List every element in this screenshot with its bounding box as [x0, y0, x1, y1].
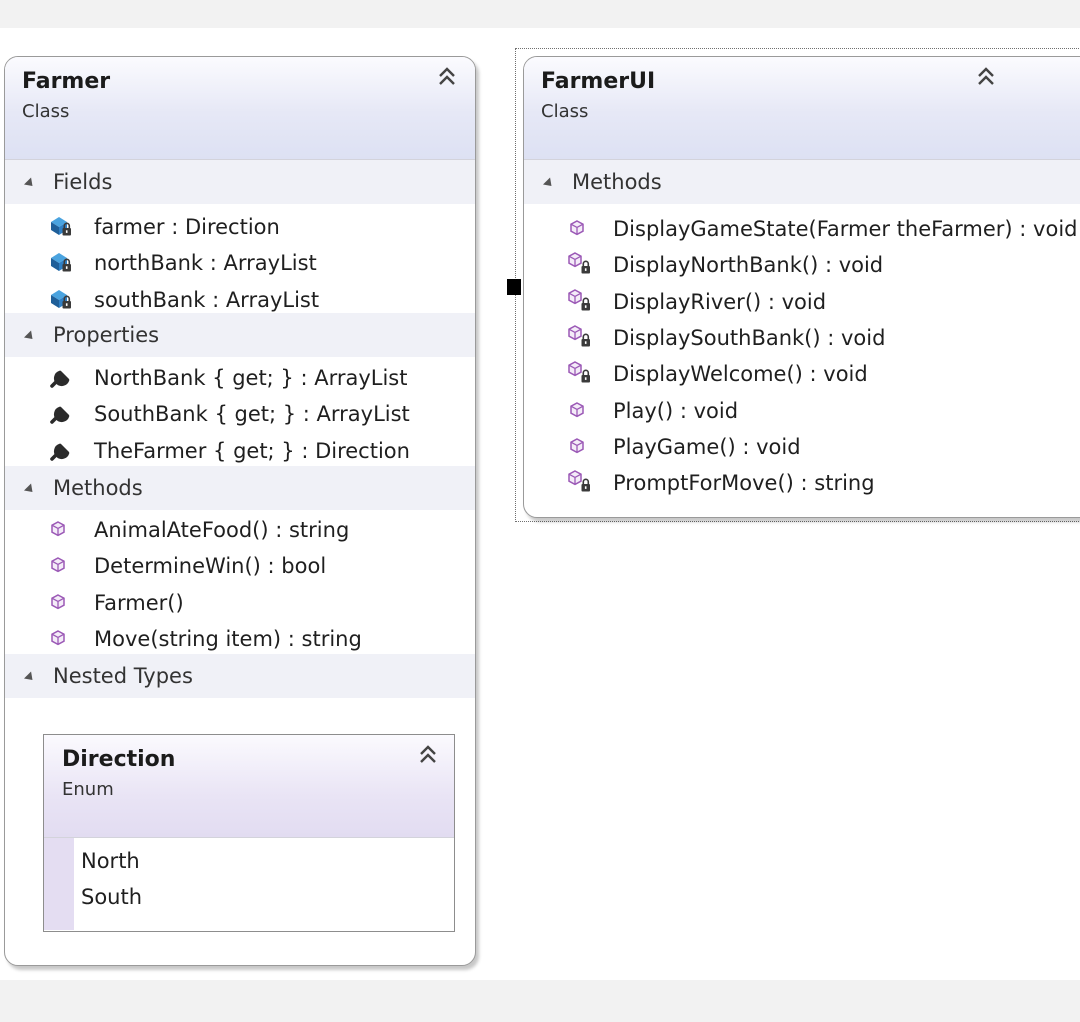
private-field-icon: [47, 249, 77, 277]
wrench-property-icon: [47, 437, 77, 465]
member-signature: TheFarmer { get; } : Direction: [94, 438, 410, 463]
farmer-nested-types-section-header[interactable]: Nested Types: [5, 654, 475, 698]
private-method-icon: [566, 324, 596, 352]
member-signature: NorthBank { get; } : ArrayList: [94, 366, 408, 391]
collapse-triangle-icon[interactable]: [23, 329, 37, 343]
public-method-icon: [47, 589, 77, 617]
member-row[interactable]: NorthBank { get; } : ArrayList: [5, 360, 475, 396]
collapse-triangle-icon[interactable]: [23, 482, 37, 496]
member-row[interactable]: DetermineWin() : bool: [5, 548, 475, 584]
member-signature: SouthBank { get; } : ArrayList: [94, 402, 410, 427]
farmerui-class-header: FarmerUI Class: [524, 57, 1080, 160]
enum-side-strip: [44, 838, 74, 930]
private-field-icon: [47, 213, 77, 241]
enum-value[interactable]: North: [81, 843, 142, 879]
farmerui-class-kind: Class: [541, 101, 589, 122]
farmer-class-kind: Class: [22, 101, 70, 122]
section-label: Fields: [53, 170, 113, 194]
private-method-icon: [566, 288, 596, 316]
member-signature: southBank : ArrayList: [94, 287, 320, 312]
wrench-property-icon: [47, 400, 77, 428]
farmer-class-title: Farmer: [22, 69, 111, 94]
farmer-methods-list: AnimalAteFood() : string DetermineWin() :…: [5, 510, 475, 654]
member-signature: DetermineWin() : bool: [94, 554, 327, 579]
member-signature: Play() : void: [613, 398, 739, 423]
member-signature: AnimalAteFood() : string: [94, 518, 350, 543]
private-method-icon: [566, 251, 596, 279]
member-row[interactable]: DisplayRiver() : void: [524, 284, 1080, 320]
member-signature: farmer : Direction: [94, 215, 280, 240]
member-row[interactable]: SouthBank { get; } : ArrayList: [5, 396, 475, 432]
collapse-chevron-icon[interactable]: [976, 66, 996, 88]
private-method-icon: [566, 360, 596, 388]
farmer-fields-section-header[interactable]: Fields: [5, 160, 475, 204]
member-row[interactable]: TheFarmer { get; } : Direction: [5, 433, 475, 469]
member-row[interactable]: northBank : ArrayList: [5, 245, 475, 281]
collapse-triangle-icon[interactable]: [542, 176, 556, 190]
collapse-triangle-icon[interactable]: [23, 670, 37, 684]
farmerui-methods-list: DisplayGameState(Farmer theFarmer) : voi…: [524, 204, 1080, 503]
direction-enum-kind: Enum: [62, 779, 114, 800]
farmerui-class-shape[interactable]: FarmerUI Class Methods DisplayGameState(…: [523, 56, 1080, 518]
public-method-icon: [47, 516, 77, 544]
farmer-properties-list: NorthBank { get; } : ArrayList SouthBank …: [5, 357, 475, 466]
farmerui-class-title: FarmerUI: [541, 69, 656, 94]
member-row[interactable]: DisplaySouthBank() : void: [524, 320, 1080, 356]
member-signature: Move(string item) : string: [94, 627, 362, 652]
member-row[interactable]: DisplayGameState(Farmer theFarmer) : voi…: [524, 211, 1080, 247]
member-row[interactable]: farmer : Direction: [5, 209, 475, 245]
direction-enum-shape[interactable]: Direction Enum North South: [43, 734, 455, 932]
public-method-icon: [566, 397, 596, 425]
public-method-icon: [566, 215, 596, 243]
association-connector-handle[interactable]: [507, 279, 521, 295]
member-signature: PromptForMove() : string: [613, 471, 875, 496]
public-method-icon: [566, 433, 596, 461]
direction-enum-body: North South: [44, 838, 454, 930]
member-row[interactable]: AnimalAteFood() : string: [5, 512, 475, 548]
public-method-icon: [47, 552, 77, 580]
member-signature: northBank : ArrayList: [94, 251, 317, 276]
section-label: Methods: [572, 170, 662, 194]
farmer-class-shape[interactable]: Farmer Class Fields farmer : Direction no…: [4, 56, 476, 966]
farmer-class-header: Farmer Class: [5, 57, 475, 160]
farmer-fields-list: farmer : Direction northBank : ArrayList s…: [5, 204, 475, 313]
farmerui-methods-section-header[interactable]: Methods: [524, 160, 1080, 204]
farmer-properties-section-header[interactable]: Properties: [5, 313, 475, 357]
member-signature: DisplayNorthBank() : void: [613, 253, 884, 278]
direction-enum-header: Direction Enum: [44, 735, 454, 838]
section-label: Methods: [53, 476, 143, 500]
member-row[interactable]: DisplayWelcome() : void: [524, 356, 1080, 392]
section-label: Nested Types: [53, 664, 193, 688]
collapse-chevron-icon[interactable]: [437, 66, 457, 88]
private-field-icon: [47, 286, 77, 314]
member-row[interactable]: Move(string item) : string: [5, 621, 475, 657]
member-row[interactable]: DisplayNorthBank() : void: [524, 247, 1080, 283]
private-method-icon: [566, 469, 596, 497]
member-row[interactable]: PromptForMove() : string: [524, 465, 1080, 501]
member-row[interactable]: Farmer(): [5, 585, 475, 621]
public-method-icon: [47, 625, 77, 653]
member-signature: DisplaySouthBank() : void: [613, 326, 886, 351]
member-row[interactable]: Play() : void: [524, 392, 1080, 428]
direction-enum-title: Direction: [62, 747, 176, 772]
farmer-methods-section-header[interactable]: Methods: [5, 466, 475, 510]
collapse-triangle-icon[interactable]: [23, 176, 37, 190]
member-row[interactable]: PlayGame() : void: [524, 429, 1080, 465]
wrench-property-icon: [47, 364, 77, 392]
member-signature: DisplayRiver() : void: [613, 289, 827, 314]
collapse-chevron-icon[interactable]: [418, 744, 438, 766]
member-signature: Farmer(): [94, 590, 184, 615]
member-signature: PlayGame() : void: [613, 434, 801, 459]
member-signature: DisplayWelcome() : void: [613, 362, 868, 387]
section-label: Properties: [53, 323, 160, 347]
member-signature: DisplayGameState(Farmer theFarmer) : voi…: [613, 217, 1078, 242]
enum-value[interactable]: South: [81, 879, 142, 915]
